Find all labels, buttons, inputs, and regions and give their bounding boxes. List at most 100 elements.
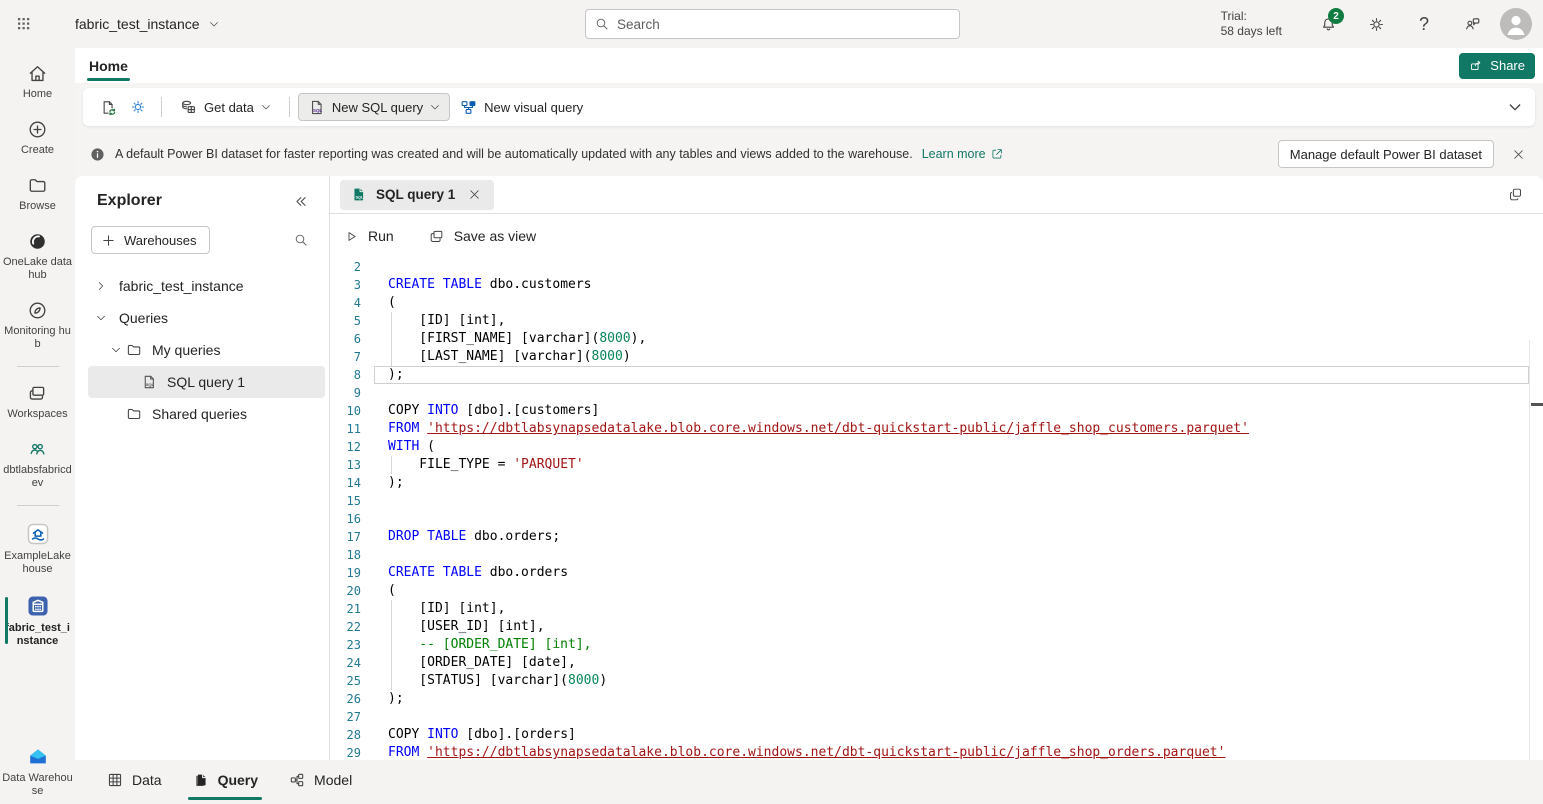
rail-item-browse[interactable]: Browse [0, 170, 75, 217]
new-sql-query-button[interactable]: SQL New SQL query [298, 93, 450, 121]
tree-item-sql-query-1[interactable]: SQLSQL query 1 [88, 366, 325, 398]
help-button[interactable]: ? [1404, 4, 1444, 44]
code-line[interactable]: 13 FILE_TYPE = 'PARQUET' [330, 456, 1543, 474]
code-line[interactable]: 15 [330, 492, 1543, 510]
learn-more-link[interactable]: Learn more [922, 147, 1004, 161]
rail-item-onelake-data-hub[interactable]: OneLake data hub [0, 226, 75, 286]
code-line-text: [ORDER_DATE] [date], [374, 654, 1529, 672]
rail-item-create[interactable]: Create [0, 114, 75, 161]
tab-home[interactable]: Home [83, 48, 134, 83]
ribbon-expand-button[interactable] [1507, 88, 1523, 126]
code-line[interactable]: 27 [330, 708, 1543, 726]
new-visual-query-button[interactable]: New visual query [450, 93, 592, 121]
search-input[interactable] [617, 17, 951, 32]
settings-toolbar-button[interactable] [123, 93, 153, 121]
code-line[interactable]: 21 [ID] [int], [330, 600, 1543, 618]
rail-item-fabric-test-instance[interactable]: fabric_test_instance [0, 589, 75, 652]
workspace-switcher[interactable]: fabric_test_instance [75, 16, 220, 32]
code-line[interactable]: 10COPY INTO [dbo].[customers] [330, 402, 1543, 420]
info-icon [89, 146, 106, 163]
data-grid-icon [106, 771, 124, 789]
copy-button[interactable] [1501, 181, 1529, 209]
get-data-button[interactable]: Get data [170, 93, 281, 121]
chevron-right-icon[interactable] [93, 278, 109, 294]
code-line[interactable]: 17DROP TABLE dbo.orders; [330, 528, 1543, 546]
code-line[interactable]: 3CREATE TABLE dbo.customers [330, 276, 1543, 294]
line-number: 3 [330, 276, 374, 294]
rail-item-label: ExampleLakehouse [2, 550, 73, 576]
code-line-text: COPY INTO [dbo].[orders] [374, 726, 1529, 744]
code-line[interactable]: 22 [USER_ID] [int], [330, 618, 1543, 636]
notifications-button[interactable]: 2 [1308, 4, 1348, 44]
feedback-button[interactable] [1452, 4, 1492, 44]
app-launcher-icon[interactable] [0, 0, 48, 48]
code-line[interactable]: 5 [ID] [int], [330, 312, 1543, 330]
chevron-down-icon[interactable] [93, 310, 109, 326]
tree-item-queries[interactable]: Queries [88, 302, 325, 334]
code-line[interactable]: 4( [330, 294, 1543, 312]
rail-divider [17, 366, 59, 367]
line-number: 13 [330, 456, 374, 474]
code-line[interactable]: 7 [LAST_NAME] [varchar](8000) [330, 348, 1543, 366]
workspaces-icon [26, 382, 49, 405]
global-search[interactable] [585, 9, 960, 39]
view-tab-data[interactable]: Data [99, 760, 169, 800]
code-line[interactable]: 14); [330, 474, 1543, 492]
code-line-text: DROP TABLE dbo.orders; [374, 528, 1529, 546]
code-line[interactable]: 12WITH ( [330, 438, 1543, 456]
chevron-down-icon[interactable] [108, 342, 124, 358]
rail-item-home[interactable]: Home [0, 58, 75, 105]
code-line[interactable]: 28COPY INTO [dbo].[orders] [330, 726, 1543, 744]
view-tab-model[interactable]: Model [281, 760, 359, 800]
line-number: 24 [330, 654, 374, 672]
tree-item-shared-queries[interactable]: Shared queries [88, 398, 325, 430]
indent-guide [391, 348, 392, 366]
settings-button[interactable] [1356, 4, 1396, 44]
rail-item-monitoring-hub[interactable]: Monitoring hub [0, 295, 75, 355]
code-line[interactable]: 25 [STATUS] [varchar](8000) [330, 672, 1543, 690]
tab-close-button[interactable] [464, 185, 484, 205]
code-line[interactable]: 9 [330, 384, 1543, 402]
code-line[interactable]: 16 [330, 510, 1543, 528]
line-number: 5 [330, 312, 374, 330]
tree-item-my-queries[interactable]: My queries [88, 334, 325, 366]
sql-code-editor[interactable]: 23CREATE TABLE dbo.customers4(5 [ID] [in… [330, 258, 1543, 760]
code-line[interactable]: 24 [ORDER_DATE] [date], [330, 654, 1543, 672]
model-icon [288, 771, 306, 789]
view-tab-query[interactable]: Query [185, 760, 265, 800]
code-line[interactable]: 18 [330, 546, 1543, 564]
avatar[interactable] [1500, 8, 1532, 40]
refresh-report-button[interactable] [93, 93, 123, 121]
query-actions-bar: Run Save as view [330, 214, 1543, 258]
tree-item-fabric-test-instance[interactable]: fabric_test_instance [88, 270, 325, 302]
save-as-view-button[interactable]: Save as view [428, 228, 536, 245]
code-line[interactable]: 26); [330, 690, 1543, 708]
code-line[interactable]: 20( [330, 582, 1543, 600]
line-number: 16 [330, 510, 374, 528]
manage-dataset-button[interactable]: Manage default Power BI dataset [1278, 140, 1494, 168]
editor-overview-ruler[interactable] [1529, 340, 1543, 760]
banner-close-button[interactable] [1503, 139, 1533, 169]
rail-item-workspaces[interactable]: Workspaces [0, 378, 75, 425]
rail-item-dbtlabsfabricdev[interactable]: dbtlabsfabricdev [0, 434, 75, 494]
run-button[interactable]: Run [344, 228, 394, 244]
code-line[interactable]: 8); [330, 366, 1543, 384]
rail-item-data-warehouse[interactable]: Data Warehouse [0, 739, 75, 802]
code-line-text: WITH ( [374, 438, 1529, 456]
sql-file-icon: SQL [139, 372, 159, 392]
close-icon [1511, 147, 1526, 162]
code-line[interactable]: 19CREATE TABLE dbo.orders [330, 564, 1543, 582]
collapse-panel-icon[interactable] [292, 193, 309, 210]
code-line[interactable]: 6 [FIRST_NAME] [varchar](8000), [330, 330, 1543, 348]
code-line[interactable]: 23 -- [ORDER_DATE] [int], [330, 636, 1543, 654]
explorer-search-icon[interactable] [293, 232, 309, 248]
rail-item-examplelakehouse[interactable]: ExampleLakehouse [0, 517, 75, 580]
code-line[interactable]: 2 [330, 258, 1543, 276]
query-tab-sql-query-1[interactable]: SQL SQL query 1 [340, 180, 494, 210]
code-line[interactable]: 11FROM 'https://dbtlabsynapsedatalake.bl… [330, 420, 1543, 438]
share-button[interactable]: Share [1459, 53, 1535, 79]
new-warehouse-button[interactable]: Warehouses [91, 226, 210, 254]
code-line[interactable]: 29FROM 'https://dbtlabsynapsedatalake.bl… [330, 744, 1543, 760]
tab-home-label: Home [89, 58, 128, 74]
lakehouse-icon [25, 521, 51, 547]
